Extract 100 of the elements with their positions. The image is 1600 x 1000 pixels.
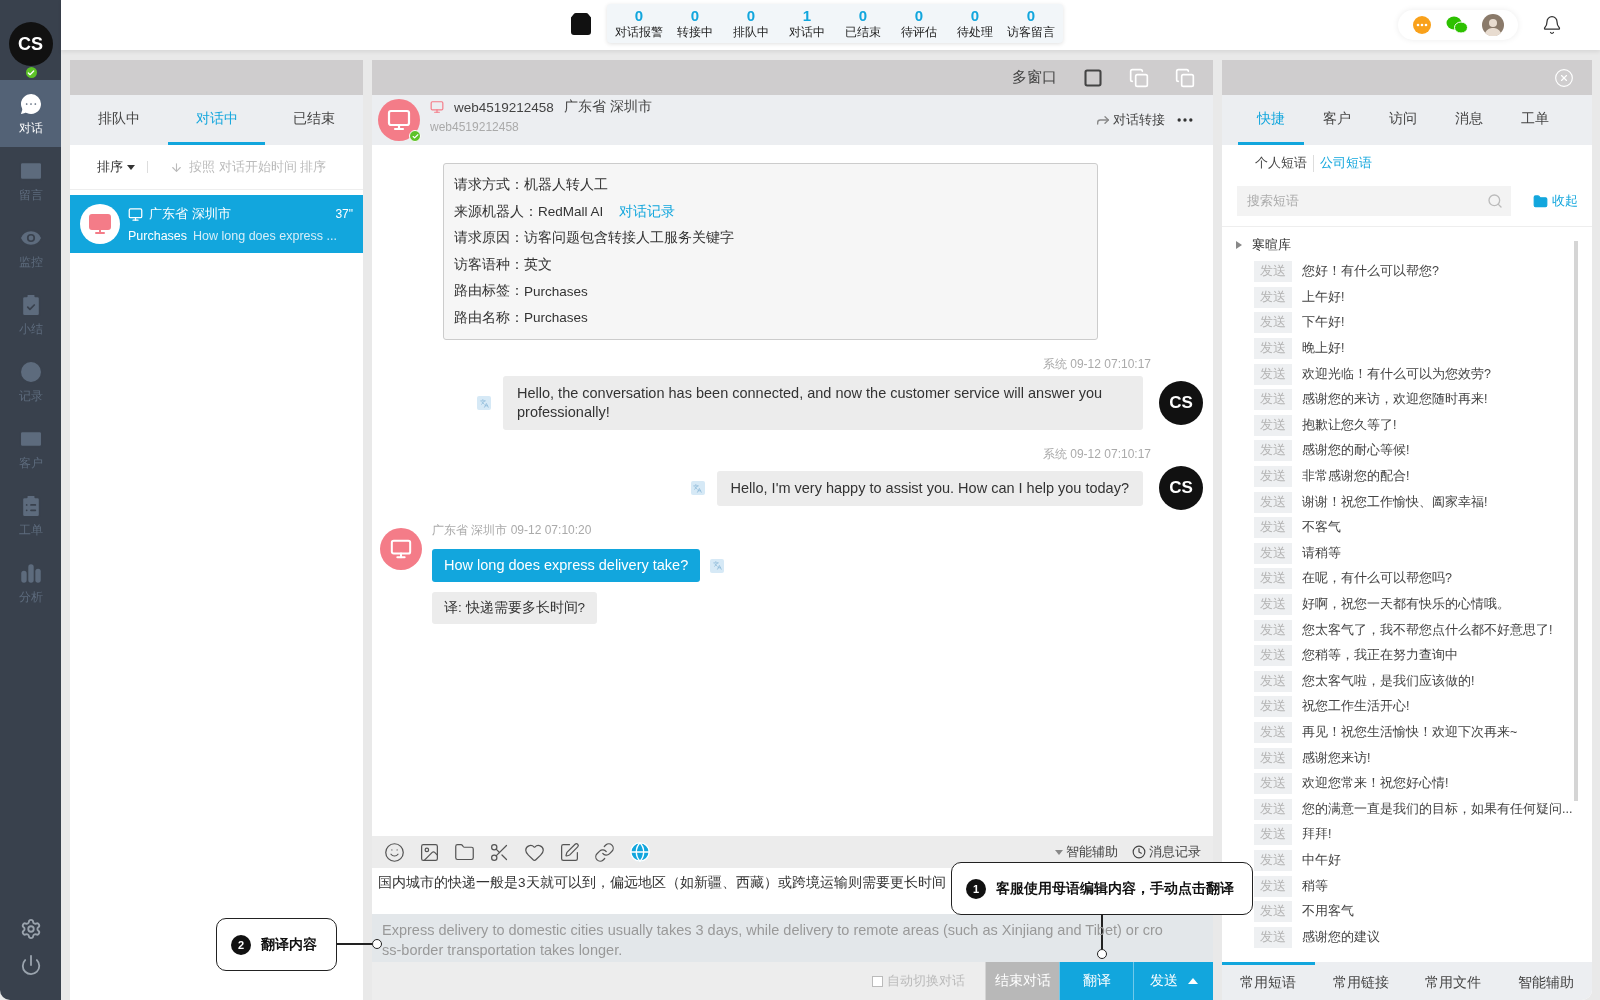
link-icon[interactable] bbox=[594, 841, 615, 863]
stat-label: 对话中 bbox=[789, 25, 825, 40]
subtab[interactable]: 个人短语 bbox=[1249, 155, 1313, 172]
phrase-text[interactable]: 您好！有什么可以帮您? bbox=[1302, 263, 1439, 281]
phrase-text[interactable]: 感谢您的建议 bbox=[1302, 928, 1380, 946]
phrase-text[interactable]: 您的满意一直是我们的目标，如果有任何疑问... bbox=[1302, 800, 1573, 818]
phrase-text[interactable]: 不客气 bbox=[1302, 519, 1341, 537]
stat-count: 0 bbox=[914, 7, 924, 25]
phrase-text[interactable]: 请稍等 bbox=[1302, 544, 1341, 562]
avatar-icon[interactable] bbox=[1482, 14, 1504, 36]
message-meta: 系统 09-12 07:10:17 bbox=[1042, 446, 1151, 463]
stat-count: 0 bbox=[690, 7, 700, 25]
phrase-text[interactable]: 感谢您的耐心等候! bbox=[1302, 442, 1410, 460]
phrase-text[interactable]: 稍等 bbox=[1302, 877, 1328, 895]
expand-triangle-icon[interactable] bbox=[1236, 241, 1242, 249]
info-value: RedMall AI bbox=[538, 204, 604, 220]
message-meta: 系统 09-12 07:10:17 bbox=[1042, 356, 1151, 373]
info-value: 英文 bbox=[524, 255, 552, 274]
nav-item[interactable]: 对话 bbox=[0, 80, 61, 147]
stat-count: 0 bbox=[634, 7, 644, 25]
square-icon[interactable] bbox=[1083, 67, 1103, 88]
globe-icon[interactable] bbox=[629, 841, 651, 863]
phrase-text[interactable]: 晚上好! bbox=[1302, 340, 1345, 358]
caret-up-icon[interactable] bbox=[1187, 978, 1198, 984]
stat-label: 转接中 bbox=[677, 25, 713, 40]
bottom-tab[interactable]: 常用文件 bbox=[1407, 962, 1500, 1000]
stat-label: 访客留言 bbox=[1007, 25, 1055, 40]
elapsed-time: 37" bbox=[335, 207, 353, 221]
visitor-name: web4519212458 bbox=[454, 99, 554, 115]
tab[interactable]: 已结束 bbox=[265, 95, 363, 145]
folder-icon[interactable] bbox=[454, 841, 475, 863]
sort-dropdown[interactable]: 排序 bbox=[97, 158, 135, 176]
info-label: 访客语种： bbox=[454, 255, 524, 274]
phrase-text[interactable]: 好啊，祝您一天都有快乐的心情哦。 bbox=[1302, 596, 1510, 613]
phrase-text[interactable]: 欢迎光临！有什么可以为您效劳? bbox=[1302, 365, 1491, 383]
message-preview: How long does express ... bbox=[193, 229, 337, 243]
message-history-link[interactable]: 消息记录 bbox=[1132, 843, 1201, 861]
phrase-text[interactable]: 您太客气了，我不帮您点什么都不好意思了! bbox=[1302, 621, 1553, 639]
stat-label: 待评估 bbox=[901, 25, 937, 40]
phrase-text[interactable]: 感谢您来访! bbox=[1302, 749, 1371, 767]
stat-count: 0 bbox=[1026, 7, 1036, 25]
bottom-tab[interactable]: 常用链接 bbox=[1314, 962, 1407, 1000]
sort-hint: 按照 对话开始时间 排序 bbox=[189, 158, 327, 176]
visitor-location: 广东省 深圳市 bbox=[149, 205, 231, 223]
chat-bubble-icon[interactable] bbox=[1412, 15, 1432, 35]
step-badge: 1 bbox=[966, 878, 986, 899]
phrase-text[interactable]: 下午好! bbox=[1302, 314, 1345, 332]
phrase-text[interactable]: 拜拜! bbox=[1302, 826, 1332, 844]
smiley-icon[interactable] bbox=[384, 841, 405, 863]
search-input[interactable]: 搜索短语 bbox=[1245, 193, 1487, 209]
stat-count: 0 bbox=[970, 7, 980, 25]
edit-icon[interactable] bbox=[559, 841, 580, 863]
phrase-text[interactable]: 抱歉让您久等了! bbox=[1302, 416, 1397, 434]
tab[interactable]: 工单 bbox=[1502, 95, 1568, 145]
visitor-location: 广东省 深圳市 bbox=[563, 98, 652, 116]
transfer-button[interactable]: 对话转接 bbox=[1095, 111, 1165, 129]
bottom-tab[interactable]: 常用短语 bbox=[1222, 962, 1315, 1000]
tab[interactable]: 消息 bbox=[1436, 95, 1502, 145]
message-input[interactable]: 国内城市的快递一般是3天就可以到，偏远地区（如新疆、西藏）或跨境运输则需要更长时间 bbox=[378, 874, 946, 892]
translation-text: 译: 快递需要多长时间? bbox=[432, 592, 597, 624]
visitor-message: How long does express delivery take? bbox=[432, 549, 701, 582]
phrase-text[interactable]: 您太客气啦，是我们应该做的! bbox=[1302, 672, 1475, 690]
monitor-icon bbox=[128, 206, 143, 222]
tab[interactable]: 访问 bbox=[1370, 95, 1436, 145]
bottom-tab[interactable]: 智能辅助 bbox=[1499, 962, 1592, 1000]
info-value: 机器人转人工 bbox=[524, 176, 608, 195]
phrase-text[interactable]: 欢迎您常来！祝您好心情! bbox=[1302, 775, 1449, 793]
phrase-text[interactable]: 非常感谢您的配合! bbox=[1302, 468, 1410, 486]
image-icon[interactable] bbox=[419, 841, 440, 863]
power-icon[interactable] bbox=[19, 954, 42, 976]
agent-message: Hello, the conversation has been connected, and now the customer service will answer you professionally! bbox=[503, 376, 1143, 430]
phrase-text[interactable]: 不用客气 bbox=[1302, 903, 1354, 921]
bell-icon[interactable] bbox=[1542, 15, 1562, 35]
info-label: 路由标签： bbox=[454, 282, 524, 301]
scissors-icon[interactable] bbox=[489, 841, 510, 863]
tab[interactable]: 客户 bbox=[1304, 95, 1370, 145]
smart-assist-link[interactable]: 智能辅助 bbox=[1055, 843, 1118, 861]
stat-count: 0 bbox=[746, 7, 756, 25]
agent-message: Hello, I'm very happy to assist you. How can I help you today? bbox=[716, 470, 1143, 506]
phrase-text[interactable]: 谢谢！祝您工作愉快、阖家幸福! bbox=[1302, 493, 1488, 511]
phrase-text[interactable]: 感谢您的来访，欢迎您随时再来! bbox=[1302, 391, 1488, 409]
phrase-text[interactable]: 在呢，有什么可以帮您吗? bbox=[1302, 570, 1452, 588]
phrase-text[interactable]: 上午好! bbox=[1302, 288, 1345, 306]
phrase-text[interactable]: 您稍等，我正在努力查询中 bbox=[1302, 647, 1458, 665]
info-value: Purchases bbox=[524, 310, 588, 326]
phrase-text[interactable]: 祝您工作生活开心! bbox=[1302, 698, 1410, 716]
monitor-icon bbox=[430, 100, 444, 114]
stat-count: 1 bbox=[802, 7, 812, 25]
category-item[interactable]: 寒暄库 bbox=[1252, 236, 1291, 254]
info-label: 来源机器人： bbox=[454, 202, 538, 221]
callout-text: 客服使用母语编辑内容，手动点击翻译 bbox=[996, 879, 1234, 898]
stat-label: 已结束 bbox=[845, 25, 881, 40]
phrase-text[interactable]: 中午好 bbox=[1302, 851, 1341, 869]
visitor-avatar bbox=[378, 99, 420, 141]
tab[interactable]: 排队中 bbox=[70, 95, 168, 145]
settings-icon[interactable] bbox=[19, 918, 42, 940]
search-field[interactable]: 搜索短语 bbox=[1237, 186, 1511, 216]
phrase-text[interactable]: 再见！祝您生活愉快！欢迎下次再来~ bbox=[1302, 724, 1518, 741]
info-value: Purchases bbox=[524, 283, 588, 299]
wechat-icon[interactable] bbox=[1446, 15, 1468, 35]
